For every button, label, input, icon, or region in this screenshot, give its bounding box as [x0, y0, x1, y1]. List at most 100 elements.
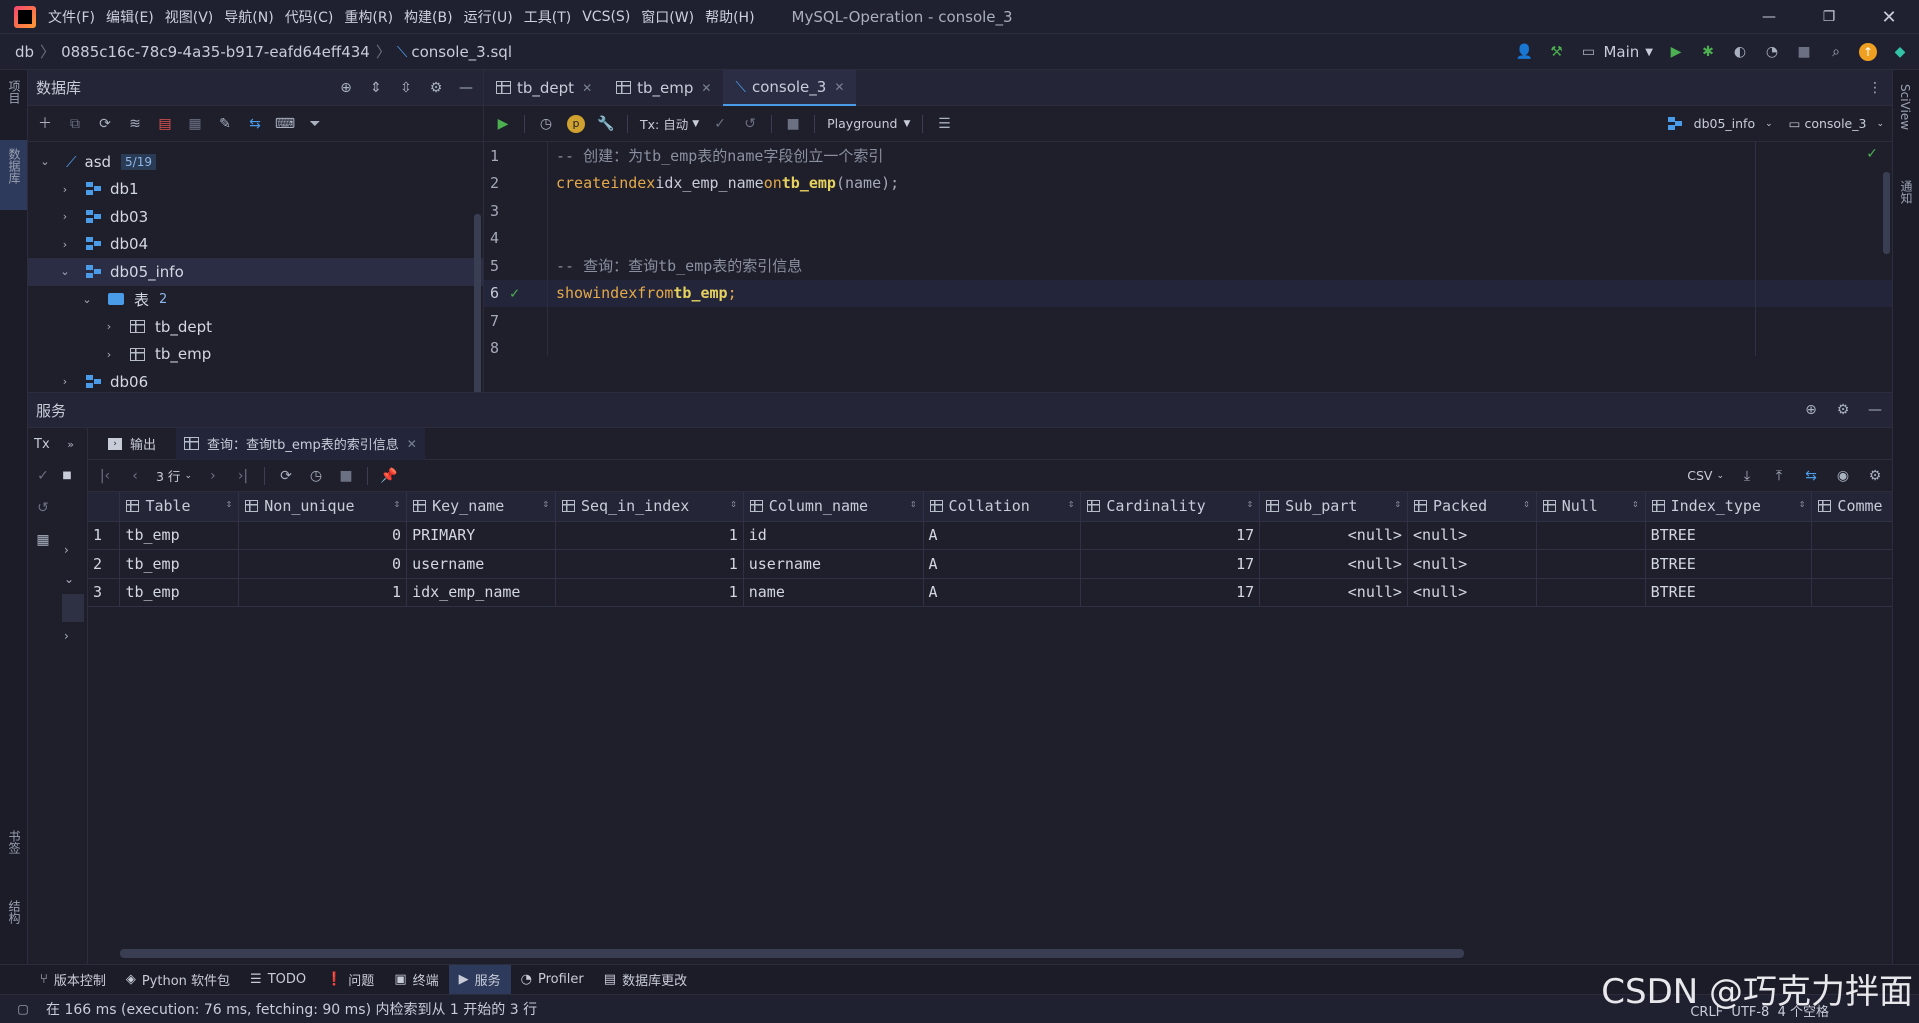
hide-icon[interactable]: —	[1866, 401, 1884, 419]
prev-page-icon[interactable]: ‹	[126, 467, 144, 485]
breadcrumb-file[interactable]: console_3.sql	[411, 43, 512, 61]
add-icon[interactable]: ＋	[36, 115, 54, 133]
cell[interactable]: 17	[1080, 549, 1261, 579]
cell[interactable]: idx_emp_name	[406, 578, 556, 607]
chevron-right-icon[interactable]: ›	[102, 348, 116, 361]
tree-item-db1[interactable]: › db1	[28, 176, 483, 204]
tree-item-tb-dept[interactable]: › tb_dept	[28, 313, 483, 341]
expand-all-icon[interactable]: ⇕	[367, 79, 385, 97]
structure-tool-button[interactable]: 结构	[6, 900, 23, 928]
breadcrumb-db[interactable]: db	[15, 43, 34, 61]
cell[interactable]: 0	[238, 549, 408, 579]
next-page-icon[interactable]: ›	[204, 467, 222, 485]
menu-build[interactable]: 构建(B)	[404, 7, 453, 27]
data-source-icon[interactable]: ▤	[156, 115, 174, 133]
column-header[interactable]: Packed ⇕	[1407, 492, 1537, 522]
cell[interactable]: id	[743, 521, 924, 550]
menu-run[interactable]: 运行(U)	[464, 7, 513, 27]
download-icon[interactable]: ⤓	[1738, 467, 1756, 485]
table-icon[interactable]: ▦	[186, 115, 204, 133]
layout-toggle-icon[interactable]: ▢	[14, 1000, 32, 1018]
tree-item-db05-info[interactable]: ⌄ db05_info	[28, 258, 483, 286]
tree-item-tables-folder[interactable]: ⌄ 表 2	[28, 286, 483, 314]
history-icon[interactable]: ◷	[537, 115, 555, 133]
refresh-icon[interactable]: ⟳	[96, 115, 114, 133]
cell[interactable]: <null>	[1407, 549, 1537, 579]
results-layout-icon[interactable]: ☰	[935, 115, 953, 133]
locate-icon[interactable]: ⊕	[1802, 401, 1820, 419]
cell[interactable]: <null>	[1259, 521, 1408, 550]
minimize-button[interactable]: —	[1739, 9, 1799, 25]
cell[interactable]: PRIMARY	[406, 521, 556, 550]
database-tool-button[interactable]: 数据库	[0, 140, 27, 210]
chevron-right-icon[interactable]: ›	[64, 622, 84, 651]
sort-icon[interactable]: ⇕	[1799, 497, 1806, 510]
menu-view[interactable]: 视图(V)	[165, 7, 214, 27]
build-hammer-icon[interactable]: ⚒	[1547, 43, 1565, 61]
cell[interactable]: 1	[555, 521, 744, 550]
chevron-right-icon[interactable]: ›	[58, 238, 72, 251]
cell[interactable]	[1536, 521, 1646, 550]
menu-vcs[interactable]: VCS(S)	[582, 9, 630, 25]
sort-icon[interactable]: ⇕	[393, 497, 400, 510]
compare-icon[interactable]: ⇆	[1802, 467, 1820, 485]
cell[interactable]: A	[923, 578, 1082, 607]
export-format-select[interactable]: CSV ⌄	[1687, 468, 1724, 483]
tx-mode-select[interactable]: Tx: 自动 ▼	[640, 114, 699, 133]
table-row[interactable]: 2 tb_emp 0 username 1 username A 17 <nul…	[88, 549, 1892, 579]
notifications-tool-button[interactable]: 通知	[1898, 180, 1915, 208]
console-icon[interactable]: ⌨	[275, 115, 295, 133]
view-icon[interactable]: ◉	[1834, 467, 1852, 485]
refresh-icon[interactable]: ⟳	[277, 467, 295, 485]
explain-icon[interactable]: p	[567, 114, 585, 133]
check-icon[interactable]: ✓	[34, 467, 52, 485]
tool-tab-profiler[interactable]: ◔ Profiler	[511, 965, 594, 995]
chevron-right-icon[interactable]: ›	[58, 375, 72, 388]
column-header[interactable]: Column_name ⇕	[743, 492, 924, 522]
edit-icon[interactable]: ✎	[216, 115, 234, 133]
stop-icon[interactable]: ■	[784, 115, 802, 133]
cell[interactable]: 17	[1080, 578, 1261, 607]
breadcrumb-session[interactable]: 0885c16c-78c9-4a35-b917-eafd64eff434	[61, 43, 370, 61]
commit-icon[interactable]: ✓	[711, 115, 729, 133]
stop-icon[interactable]: ■	[58, 467, 76, 485]
chevron-down-icon[interactable]: ⌄	[58, 265, 72, 278]
tool-tab-todo[interactable]: ☰ TODO	[240, 965, 316, 995]
collapse-all-icon[interactable]: ⇳	[397, 79, 415, 97]
sort-icon[interactable]: ⇕	[1394, 497, 1401, 510]
schema-icon[interactable]: ≋	[126, 115, 144, 133]
filter-icon[interactable]: ⏷	[306, 115, 324, 133]
cell[interactable]	[1536, 549, 1646, 579]
rollback-icon[interactable]: ↺	[741, 115, 759, 133]
history-icon[interactable]: ◷	[307, 467, 325, 485]
sort-icon[interactable]: ⇕	[1068, 497, 1075, 510]
table-row[interactable]: 3 tb_emp 1 idx_emp_name 1 name A 17 <nul…	[88, 578, 1892, 607]
tool-tab-db-changes[interactable]: ▤ 数据库更改	[594, 965, 697, 995]
locate-icon[interactable]: ⊕	[337, 79, 355, 97]
chevron-right-icon[interactable]: ›	[58, 210, 72, 223]
chevron-down-icon[interactable]: ⌄	[80, 293, 94, 306]
column-header[interactable]: Seq_in_index ⇕	[555, 492, 744, 522]
stop-icon[interactable]: ■	[337, 467, 355, 485]
cell[interactable]	[1536, 578, 1646, 607]
stop-icon[interactable]: ■	[1795, 43, 1813, 61]
tree-item-asd[interactable]: ⌄ ⟋ asd 5/19	[28, 148, 483, 176]
update-icon[interactable]: ↑	[1859, 43, 1877, 61]
menu-edit[interactable]: 编辑(E)	[106, 7, 154, 27]
tree-item-db03[interactable]: › db03	[28, 203, 483, 231]
menu-refactor[interactable]: 重构(R)	[344, 7, 393, 27]
chevron-down-icon[interactable]: ⌄	[64, 565, 84, 594]
cell[interactable]: 1	[555, 549, 744, 579]
cell[interactable]: <null>	[1259, 578, 1408, 607]
column-header[interactable]: Collation ⇕	[923, 492, 1082, 522]
sort-icon[interactable]: ⇕	[910, 497, 917, 510]
sort-icon[interactable]: ⇕	[542, 497, 549, 510]
expand-icon[interactable]: »	[62, 435, 80, 453]
last-page-icon[interactable]: ›|	[234, 467, 252, 485]
sort-icon[interactable]: ⇕	[730, 497, 737, 510]
cell[interactable]: A	[923, 521, 1082, 550]
cell[interactable]	[1811, 521, 1892, 550]
chevron-right-icon[interactable]: ›	[58, 183, 72, 196]
tab-tb-dept[interactable]: tb_dept ✕	[484, 70, 604, 106]
tree-item-tb-emp[interactable]: › tb_emp	[28, 341, 483, 369]
